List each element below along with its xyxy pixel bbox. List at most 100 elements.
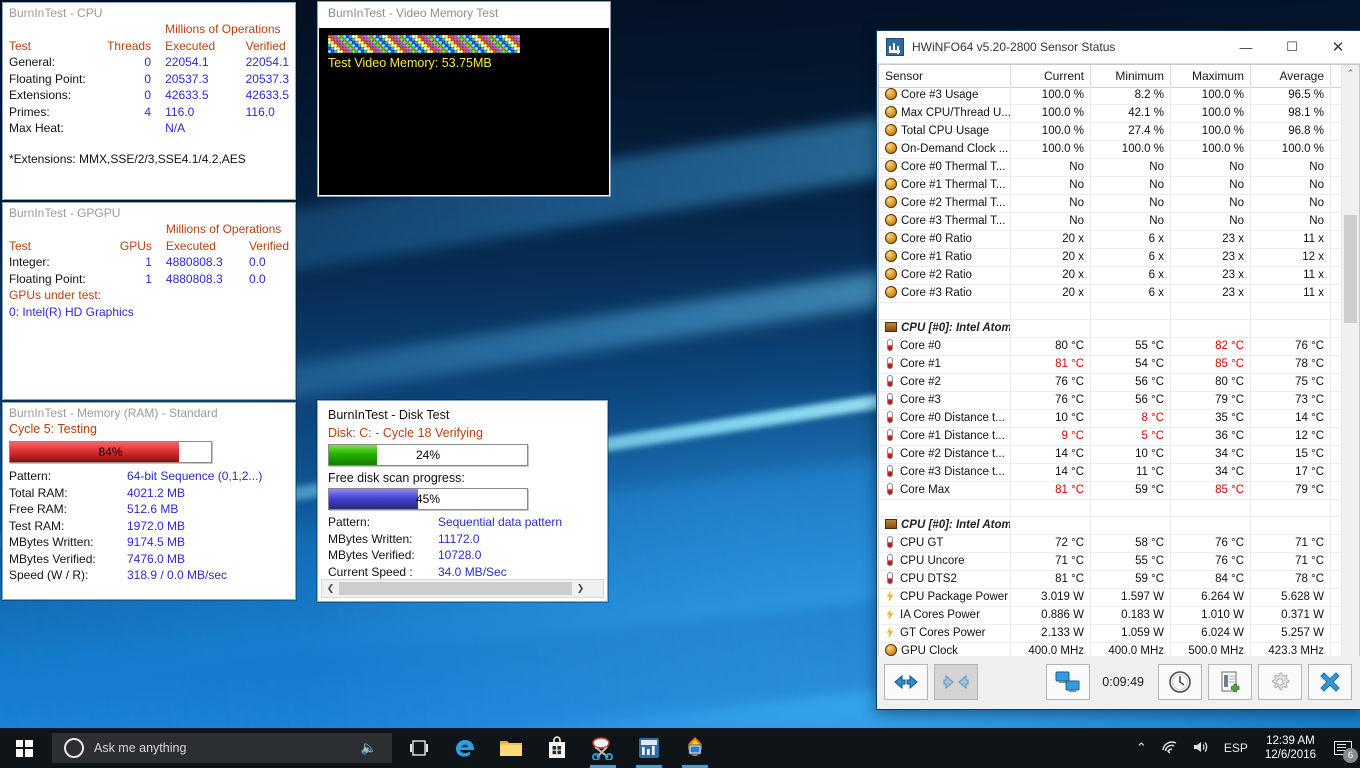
table-row[interactable]: Core #0 Distance t... 10 °C 8 °C 35 °C 14 °C	[879, 410, 1342, 428]
show-hidden-icons-chevron[interactable]: ⌃	[1129, 740, 1154, 756]
column-header-average[interactable]: Average	[1251, 65, 1331, 87]
taskbar-app-burnintest[interactable]	[672, 728, 718, 768]
sensor-minimum-cell: 54 °C	[1091, 356, 1171, 373]
table-row: Test RAM: 1972.0 MB	[9, 518, 186, 533]
temp-icon	[887, 447, 893, 459]
table-row[interactable]: Total CPU Usage 100.0 % 27.4 % 100.0 % 96.8 …	[879, 123, 1342, 141]
taskbar-app-edge[interactable]	[442, 728, 488, 768]
scroll-left-arrow[interactable]: ❮	[322, 583, 339, 594]
action-center-button[interactable]: 6	[1326, 728, 1360, 768]
close-x-icon	[1320, 672, 1340, 692]
table-row[interactable]: Core #2 76 °C 56 °C 80 °C 75 °C	[879, 374, 1342, 392]
microphone-icon[interactable]: 🔈	[358, 740, 380, 756]
sensor-minimum-cell: 0.183 W	[1091, 607, 1171, 624]
temp-icon	[887, 429, 893, 441]
gauge-icon	[885, 160, 897, 172]
wifi-icon[interactable]	[1154, 740, 1185, 757]
monitors-button[interactable]	[1046, 664, 1091, 700]
report-button[interactable]	[1208, 664, 1252, 700]
temp-icon	[887, 357, 893, 369]
sensor-average-cell: 73 °C	[1251, 392, 1331, 409]
table-row[interactable]: CPU DTS2 81 °C 59 °C 84 °C 78 °C	[879, 571, 1342, 589]
hwinfo-titlebar[interactable]: HWiNFO64 v5.20-2800 Sensor Status — ☐ ✕	[877, 31, 1360, 64]
table-row[interactable]: Core #2 Thermal T... No No No No	[879, 195, 1342, 213]
sensor-name-cell: CPU DTS2	[879, 571, 1011, 588]
task-view-icon[interactable]	[396, 728, 442, 768]
sensor-current-cell: 80 °C	[1011, 338, 1091, 355]
burnintest-memory-panel: BurnInTest - Memory (RAM) - Standard Cyc…	[2, 402, 296, 600]
scroll-thumb[interactable]	[1344, 215, 1357, 323]
table-row[interactable]: CPU Package Power 3.019 W 1.597 W 6.264 W 5.…	[879, 589, 1342, 607]
settings-button[interactable]	[1258, 664, 1302, 700]
table-row[interactable]: Core #3 Thermal T... No No No No	[879, 213, 1342, 231]
table-row[interactable]: GT Cores Power 2.133 W 1.059 W 6.024 W 5.257…	[879, 625, 1342, 643]
taskbar-app-store[interactable]	[534, 728, 580, 768]
column-header-current[interactable]: Current	[1011, 65, 1091, 87]
table-row: Integer: 1 4880808.3 0.0	[9, 255, 266, 269]
disk-horizontal-scrollbar[interactable]: ❮ ❯	[321, 579, 604, 598]
table-row[interactable]: CPU Uncore 71 °C 55 °C 76 °C 71 °C	[879, 553, 1342, 571]
table-row[interactable]: CPU [#0]: Intel Atom...	[879, 320, 1342, 338]
taskbar-app-snipping-tool[interactable]	[580, 728, 626, 768]
language-indicator[interactable]: ESP	[1217, 741, 1255, 755]
table-row[interactable]: Core #0 80 °C 55 °C 82 °C 76 °C	[879, 338, 1342, 356]
table-row: MBytes Written: 9174.5 MB	[9, 535, 186, 549]
table-row[interactable]: Core #0 Ratio 20 x6 x 23 x 11 x	[879, 231, 1342, 249]
volume-icon[interactable]	[1185, 740, 1217, 757]
table-row[interactable]: Core #3 Usage 100.0 % 8.2 % 100.0 % 96.5 %	[879, 87, 1342, 105]
table-row[interactable]: Core #1 Ratio 20 x6 x 23 x 12 x	[879, 249, 1342, 267]
table-row[interactable]: CPU [#0]: Intel Atom...	[879, 517, 1342, 535]
maximize-button[interactable]: ☐	[1269, 32, 1315, 63]
table-row[interactable]	[879, 499, 1342, 517]
close-app-button[interactable]	[1308, 664, 1352, 700]
table-row[interactable]: CPU GT 72 °C 58 °C 76 °C 71 °C	[879, 535, 1342, 553]
sensor-minimum-cell: 1.059 W	[1091, 625, 1171, 642]
table-row[interactable]: Core #1 Distance t... 9 °C 5 °C 36 °C 12 °C	[879, 428, 1342, 446]
search-input[interactable]: Ask me anything 🔈	[52, 733, 392, 763]
sensor-current-cell: 81 °C	[1011, 571, 1091, 588]
minimize-button[interactable]: —	[1223, 32, 1269, 63]
table-row[interactable]: Core Max 81 °C 59 °C 85 °C 79 °C	[879, 482, 1342, 500]
column-header-sensor[interactable]: Sensor	[879, 65, 1011, 87]
scroll-up-arrow[interactable]: ⌃	[1342, 65, 1359, 82]
sensor-current-cell	[1011, 320, 1091, 337]
video-panel-title: BurnInTest - Video Memory Test	[318, 2, 610, 25]
temp-icon	[887, 554, 893, 566]
sensor-maximum-cell	[1171, 499, 1251, 517]
taskbar-app-file-explorer[interactable]	[488, 728, 534, 768]
nav-prev-next-button[interactable]	[884, 664, 928, 700]
table-row[interactable]: Core #0 Thermal T... No No No No	[879, 159, 1342, 177]
sensor-minimum-cell: No	[1091, 177, 1171, 194]
table-row[interactable]: Core #1 81 °C 54 °C 85 °C 78 °C	[879, 356, 1342, 374]
column-header-maximum[interactable]: Maximum	[1171, 65, 1251, 87]
table-row[interactable]: Core #3 Ratio 20 x6 x 23 x 11 x	[879, 285, 1342, 303]
sensor-current-cell: 2.133 W	[1011, 625, 1091, 642]
table-row[interactable]	[879, 302, 1342, 320]
table-row: Total RAM: 4021.2 MB	[9, 485, 186, 500]
close-button[interactable]: ✕	[1315, 32, 1360, 63]
scroll-thumb[interactable]	[339, 582, 572, 595]
table-row[interactable]: Max CPU/Thread U... 100.0 % 42.1 % 100.0 % 9…	[879, 105, 1342, 123]
start-button[interactable]	[0, 728, 48, 768]
clock-button[interactable]	[1158, 664, 1202, 700]
table-row[interactable]: Core #2 Distance t... 14 °C 10 °C 34 °C 15 °…	[879, 446, 1342, 464]
table-row[interactable]: Core #3 Distance t... 14 °C 11 °C 34 °C 17 °…	[879, 464, 1342, 482]
table-row[interactable]: On-Demand Clock ... 100.0 % 100.0 % 100.0 %…	[879, 141, 1342, 159]
taskbar-app-hwinfo[interactable]	[626, 728, 672, 768]
hwinfo-icon	[886, 38, 904, 56]
gauge-icon	[885, 142, 897, 154]
scroll-right-arrow[interactable]: ❯	[572, 583, 589, 594]
hwinfo-toolbar: 0:09:49	[878, 656, 1360, 708]
sensor-current-cell: 20 x	[1011, 231, 1091, 248]
clock[interactable]: 12:39 AM 12/6/2016	[1255, 734, 1326, 762]
table-row[interactable]: Core #1 Thermal T... No No No No	[879, 177, 1342, 195]
sensor-name-cell: Core #1 Distance t...	[879, 428, 1011, 445]
table-row[interactable]: IA Cores Power 0.886 W 0.183 W 1.010 W 0.371…	[879, 607, 1342, 625]
table-row[interactable]: Core #2 Ratio 20 x6 x 23 x 11 x	[879, 267, 1342, 285]
sensor-table-scrollbar[interactable]: ⌃ ⌄	[1341, 65, 1359, 685]
sensor-maximum-cell: 23 x	[1171, 267, 1251, 284]
table-row[interactable]: Core #3 76 °C 56 °C 79 °C 73 °C	[879, 392, 1342, 410]
column-header-minimum[interactable]: Minimum	[1091, 65, 1171, 87]
collapse-button[interactable]	[934, 664, 978, 700]
gauge-icon	[885, 88, 897, 100]
